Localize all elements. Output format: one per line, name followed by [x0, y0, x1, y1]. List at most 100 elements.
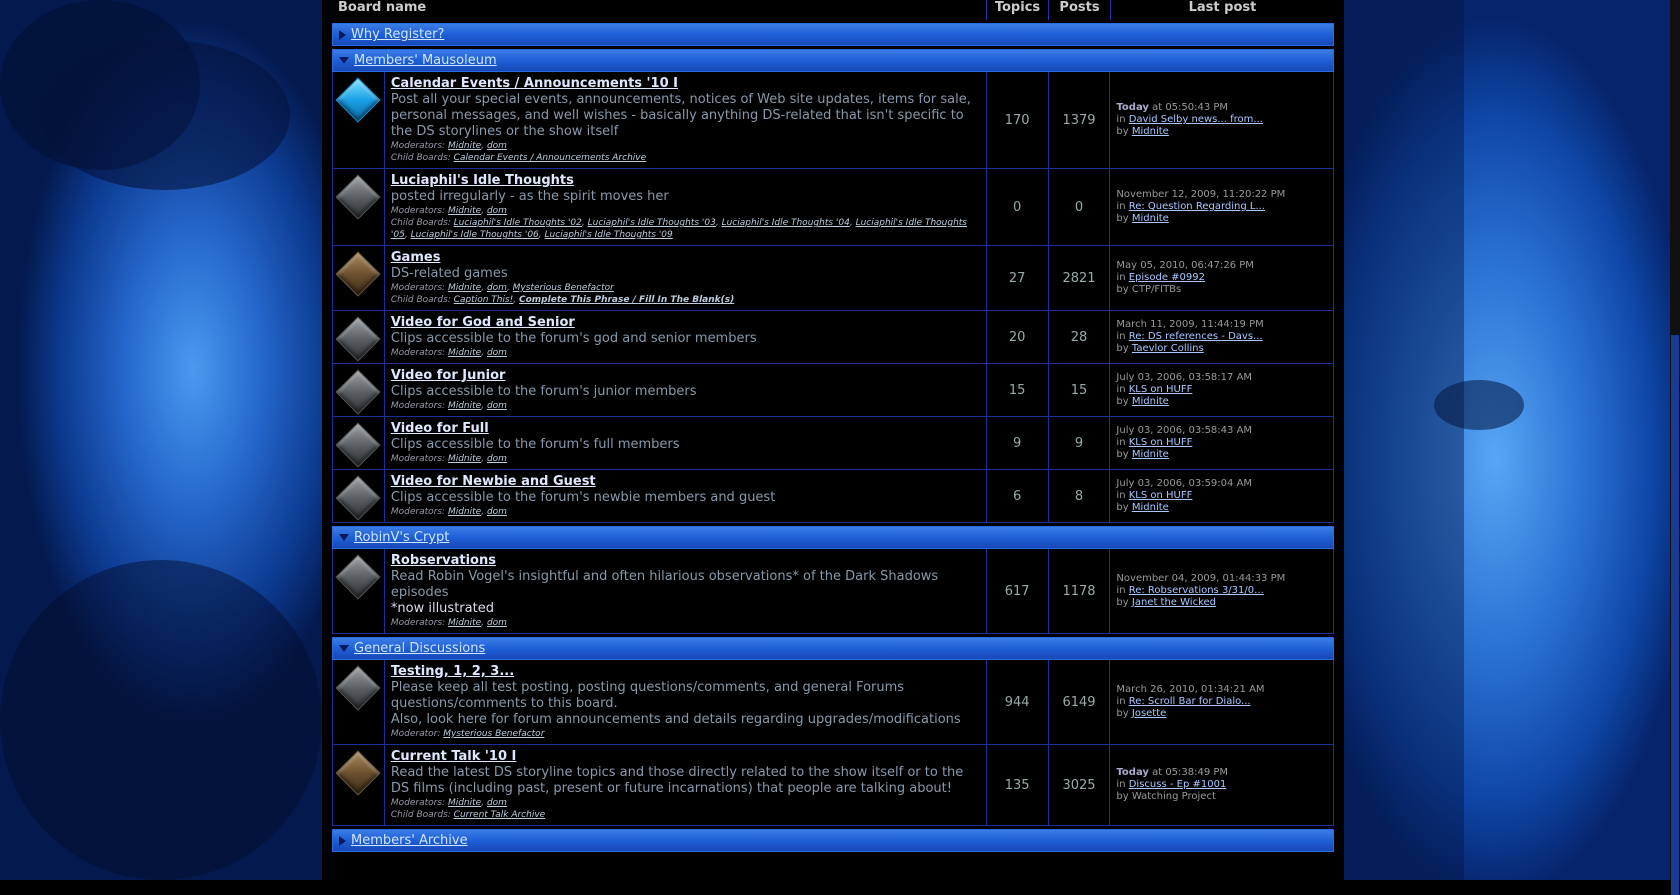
last-post-topic: in KLS on HUFF [1116, 437, 1193, 448]
last-post-author-link[interactable]: Midnite [1132, 213, 1169, 224]
last-post-author-link[interactable]: Midnite [1132, 126, 1169, 137]
last-post-topic-link[interactable]: KLS on HUFF [1129, 437, 1193, 448]
meta-link[interactable]: Midnite [448, 454, 481, 464]
board-title-link[interactable]: Current Talk '10 I [391, 749, 980, 765]
moderators-label: Moderators: [390, 507, 448, 517]
meta-link[interactable]: dom [487, 401, 507, 411]
meta-link[interactable]: Midnite [448, 618, 481, 628]
board-title-link[interactable]: Video for Newbie and Guest [391, 474, 980, 490]
last-post-author-name: CTP/FITBs [1131, 284, 1182, 295]
last-post-date: July 03, 2006, 03:58:17 AM [1116, 372, 1253, 383]
last-post-topic: in Re: Robservations 3/31/0... [1116, 585, 1264, 596]
scrollbar-thumb[interactable] [1671, 335, 1679, 895]
page-scrollbar[interactable] [1670, 0, 1680, 895]
board-description: Please keep all test posting, posting qu… [390, 680, 905, 711]
board-title-link[interactable]: Testing, 1, 2, 3... [391, 664, 980, 680]
last-post-author-link[interactable]: Midnite [1132, 502, 1169, 513]
board-title-link[interactable]: Video for Full [391, 421, 980, 437]
meta-link[interactable]: dom [487, 798, 507, 808]
right-background-image [1344, 0, 1680, 880]
last-post-topic: in KLS on HUFF [1116, 490, 1193, 501]
meta-link[interactable]: Luciaphil's Idle Thoughts '04 [722, 218, 850, 228]
meta-link[interactable]: Calendar Events / Announcements Archive [454, 153, 646, 163]
meta-link[interactable]: Mysterious Benefactor [443, 729, 544, 739]
meta-link[interactable]: dom [487, 618, 507, 628]
moderators-label: Moderators: [390, 206, 448, 216]
meta-link[interactable]: Midnite [448, 401, 481, 411]
board-row: Video for God and Senior Clips accessible… [332, 311, 1334, 364]
meta-link[interactable]: Mysterious Benefactor [513, 283, 614, 293]
meta-link[interactable]: Midnite [448, 798, 481, 808]
meta-link[interactable]: Caption This! [454, 295, 514, 305]
last-post-topic-link[interactable]: Re: Robservations 3/31/0... [1129, 585, 1264, 596]
category-header[interactable]: Why Register? [332, 23, 1334, 46]
category-link[interactable]: Why Register? [351, 27, 444, 42]
meta-link[interactable]: Midnite [448, 206, 481, 216]
last-post-topic-link[interactable]: Re: DS references - Davs... [1129, 331, 1263, 342]
meta-link[interactable]: dom [487, 206, 507, 216]
moderators-label: Moderators: [390, 283, 448, 293]
board-status-icon [335, 77, 382, 123]
meta-link[interactable]: Midnite [448, 141, 481, 151]
meta-link[interactable]: Luciaphil's Idle Thoughts '02 [454, 218, 582, 228]
category-header[interactable]: Members' Mausoleum [332, 49, 1334, 72]
meta-link[interactable]: Luciaphil's Idle Thoughts '09 [545, 230, 673, 240]
last-post-author-link[interactable]: Taevlor Collins [1132, 343, 1204, 354]
last-post-topic-link[interactable]: Discuss - Ep #1001 [1129, 779, 1227, 790]
last-post-topic-link[interactable]: Episode #0992 [1129, 272, 1205, 283]
collapse-arrow-icon[interactable] [339, 57, 349, 64]
meta-link[interactable]: dom [487, 283, 507, 293]
meta-link[interactable]: dom [487, 141, 507, 151]
category-link[interactable]: RobinV's Crypt [354, 530, 449, 545]
forum-board-index: Board name Topics Posts Last post Why Re… [322, 0, 1344, 880]
last-post-topic-link[interactable]: KLS on HUFF [1129, 384, 1193, 395]
collapse-arrow-icon[interactable] [339, 645, 349, 652]
last-post-author-link[interactable]: Josette [1132, 708, 1166, 719]
board-title-link[interactable]: Luciaphil's Idle Thoughts [391, 173, 980, 189]
board-row: Video for Junior Clips accessible to the … [332, 364, 1334, 417]
last-post-topic-link[interactable]: Re: Question Regarding L... [1129, 201, 1265, 212]
board-title-link[interactable]: Robservations [391, 553, 980, 569]
last-post-date: March 11, 2009, 11:44:19 PM [1116, 319, 1264, 330]
meta-link[interactable]: Luciaphil's Idle Thoughts '06 [411, 230, 539, 240]
board-title-link[interactable]: Games [391, 250, 980, 266]
meta-link[interactable]: Midnite [448, 507, 481, 517]
board-icon-cell [333, 169, 385, 245]
meta-link[interactable]: dom [487, 454, 507, 464]
posts-count: 15 [1049, 364, 1111, 416]
collapse-arrow-icon[interactable] [339, 534, 349, 541]
expand-arrow-icon[interactable] [339, 835, 346, 846]
last-post-topic-link[interactable]: David Selby news... from... [1129, 114, 1263, 125]
category-link[interactable]: Members' Archive [351, 833, 468, 848]
last-post-author-link[interactable]: Midnite [1132, 449, 1169, 460]
posts-count: 28 [1049, 311, 1111, 363]
category-link[interactable]: General Discussions [354, 641, 485, 656]
category-header[interactable]: RobinV's Crypt [332, 526, 1334, 549]
meta-link[interactable]: dom [487, 507, 507, 517]
category-header[interactable]: General Discussions [332, 637, 1334, 660]
board-status-icon [335, 369, 382, 415]
meta-link[interactable]: Complete This Phrase / Fill In The Blank… [519, 295, 734, 305]
last-post-info: May 05, 2010, 06:47:26 PM in Episode #099… [1110, 246, 1333, 310]
last-post-author-link[interactable]: Janet the Wicked [1132, 597, 1216, 608]
board-status-icon [335, 475, 382, 521]
meta-link[interactable]: dom [487, 348, 507, 358]
meta-link[interactable]: Midnite [448, 283, 481, 293]
board-row: Games DS-related games Moderators: Midnite… [332, 246, 1334, 311]
board-title-link[interactable]: Calendar Events / Announcements '10 I [391, 76, 980, 92]
category-link[interactable]: Members' Mausoleum [354, 53, 497, 68]
meta-link[interactable]: Midnite [448, 348, 481, 358]
board-title-link[interactable]: Video for God and Senior [391, 315, 980, 331]
category-header[interactable]: Members' Archive [332, 829, 1334, 852]
board-info: Games DS-related games Moderators: Midnite… [385, 246, 987, 310]
last-post-topic-link[interactable]: KLS on HUFF [1129, 490, 1193, 501]
last-post-author: by Midnite [1116, 126, 1169, 137]
last-post-author-link[interactable]: Midnite [1132, 396, 1169, 407]
board-title-link[interactable]: Video for Junior [391, 368, 980, 384]
meta-link[interactable]: Current Talk Archive [454, 810, 546, 820]
board-icon-cell [333, 311, 385, 363]
expand-arrow-icon[interactable] [339, 29, 346, 40]
meta-link[interactable]: Luciaphil's Idle Thoughts '03 [588, 218, 716, 228]
last-post-topic-link[interactable]: Re: Scroll Bar for Dialo... [1129, 696, 1251, 707]
topics-count: 944 [987, 660, 1049, 744]
